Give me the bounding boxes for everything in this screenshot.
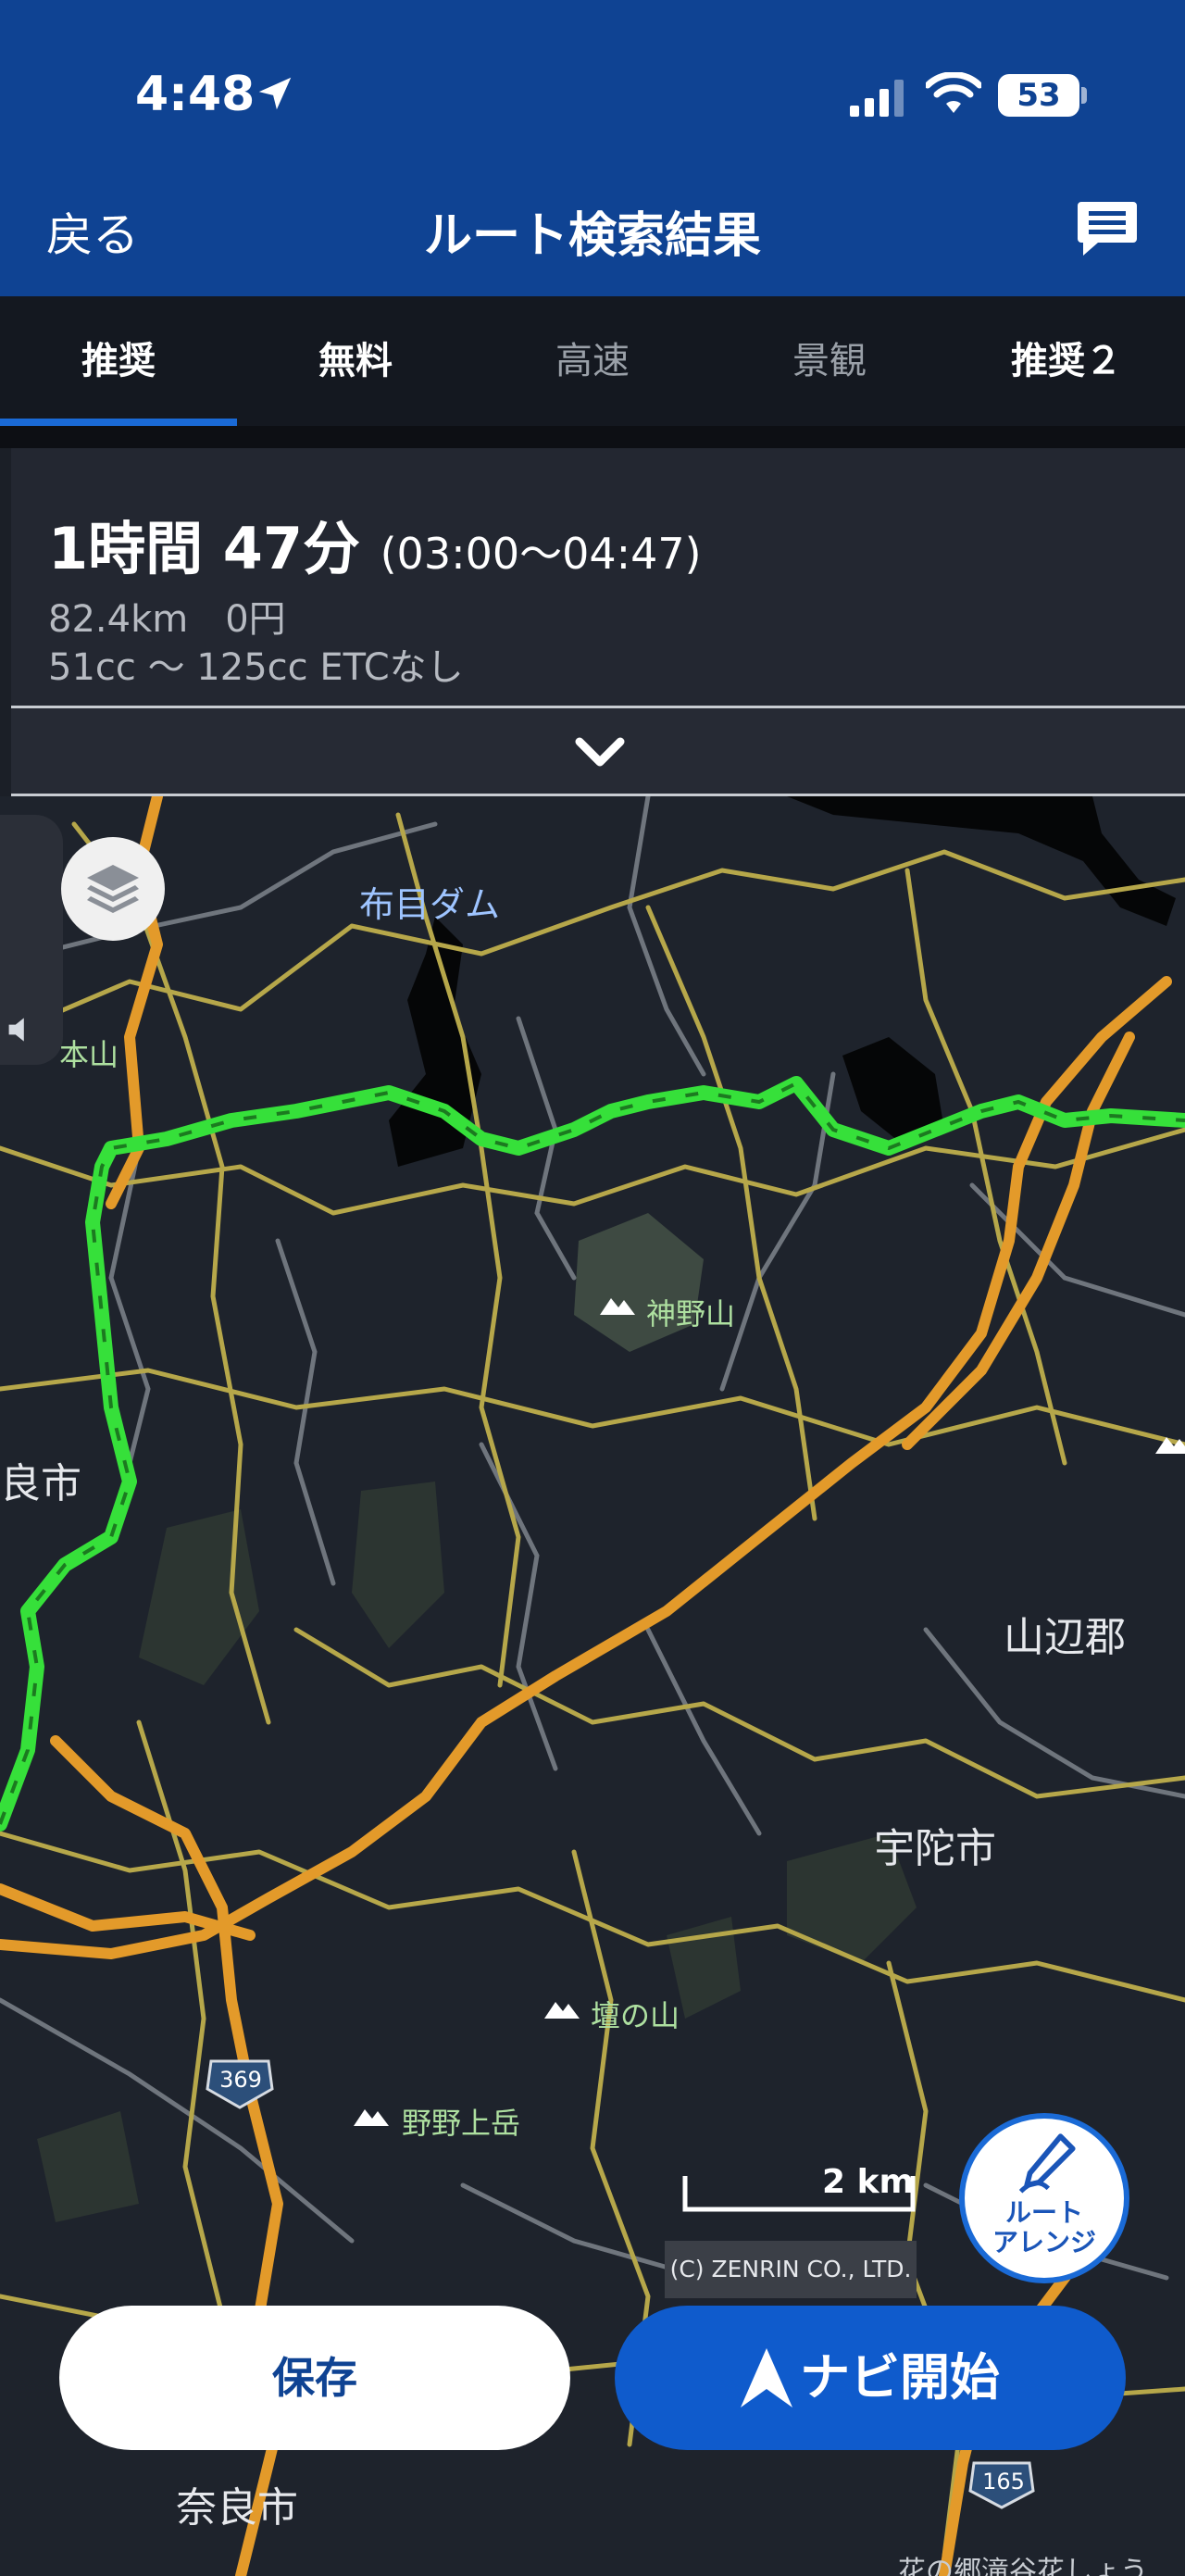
- save-button[interactable]: 保存: [59, 2306, 570, 2450]
- status-time: 4:48: [135, 67, 256, 122]
- route-arrange-button[interactable]: ルート アレンジ: [959, 2113, 1129, 2283]
- arrange-label-line1: ルート: [1004, 2197, 1083, 2228]
- map-label-kannoyama: 神野山: [646, 1296, 736, 1332]
- distance-cost: 82.4km 0円: [48, 598, 286, 641]
- duration-text: 1時間 47分: [48, 515, 361, 582]
- speaker-icon[interactable]: [6, 1013, 39, 1046]
- vehicle-class: 51cc ～ 125cc ETCなし: [48, 646, 464, 689]
- map-layers-button[interactable]: [61, 837, 165, 941]
- header-bar: 4:48 53 戻る ルート検索結果: [0, 0, 1185, 296]
- route-summary-card: 1時間 47分 (03:00～04:47) 82.4km 0円 51cc ～ 1…: [11, 448, 1185, 796]
- tab-recommended[interactable]: 推奨: [0, 296, 237, 426]
- tab-divider: [0, 426, 1185, 448]
- map-label-nonoue: 野野上岳: [402, 2106, 521, 2141]
- map-label-honzan: 本山: [59, 1037, 119, 1072]
- location-arrow-icon: [258, 77, 292, 110]
- map-label-nara: 奈良市: [176, 2484, 298, 2532]
- map-label-yamabe: 山辺郡: [1004, 1614, 1126, 1661]
- map-copyright: (C) ZENRIN CO., LTD.: [665, 2241, 917, 2298]
- map-label-dannoyama: 壇の山: [591, 1998, 680, 2033]
- pen-icon: [1018, 2133, 1076, 2194]
- map-label-uda: 宇陀市: [874, 1825, 996, 1872]
- start-navigation-button[interactable]: ナビ開始: [615, 2306, 1126, 2450]
- tab-recommended-2[interactable]: 推奨２: [948, 296, 1185, 426]
- layers-icon: [87, 865, 139, 913]
- map-label-dam: 布目ダム: [359, 884, 501, 925]
- battery-nub: [1081, 87, 1087, 104]
- cell-signal-icon: [850, 80, 904, 117]
- navigation-arrow-icon: [741, 2348, 792, 2407]
- expand-details-bar[interactable]: [11, 706, 1185, 796]
- route-duration: 1時間 47分 (03:00～04:47): [48, 502, 702, 585]
- arrange-label-line2: アレンジ: [992, 2227, 1096, 2257]
- map-scale-label: 2 km: [822, 2163, 915, 2201]
- page-title: ルート検索結果: [423, 208, 761, 264]
- map-label-hana: 花の郷滝谷花しょう: [898, 2556, 1148, 2576]
- map-label-nara-city-west: 良市: [0, 1460, 81, 1507]
- route-369-label: 369: [219, 2067, 262, 2093]
- battery-indicator: 53: [998, 74, 1079, 117]
- time-span: (03:00～04:47): [380, 529, 702, 579]
- route-165-label: 165: [982, 2469, 1025, 2495]
- message-icon[interactable]: [1076, 200, 1139, 257]
- tab-free[interactable]: 無料: [237, 296, 474, 426]
- route-tabs: 推奨 無料 高速 景観 推奨２: [0, 296, 1185, 426]
- route-arrange-label: ルート アレンジ: [965, 2198, 1124, 2257]
- wifi-icon: [926, 72, 981, 113]
- start-navigation-label: ナビ開始: [800, 2348, 1000, 2407]
- tab-scenic[interactable]: 景観: [711, 296, 948, 426]
- tab-highway[interactable]: 高速: [474, 296, 711, 426]
- chevron-down-icon: [575, 737, 625, 767]
